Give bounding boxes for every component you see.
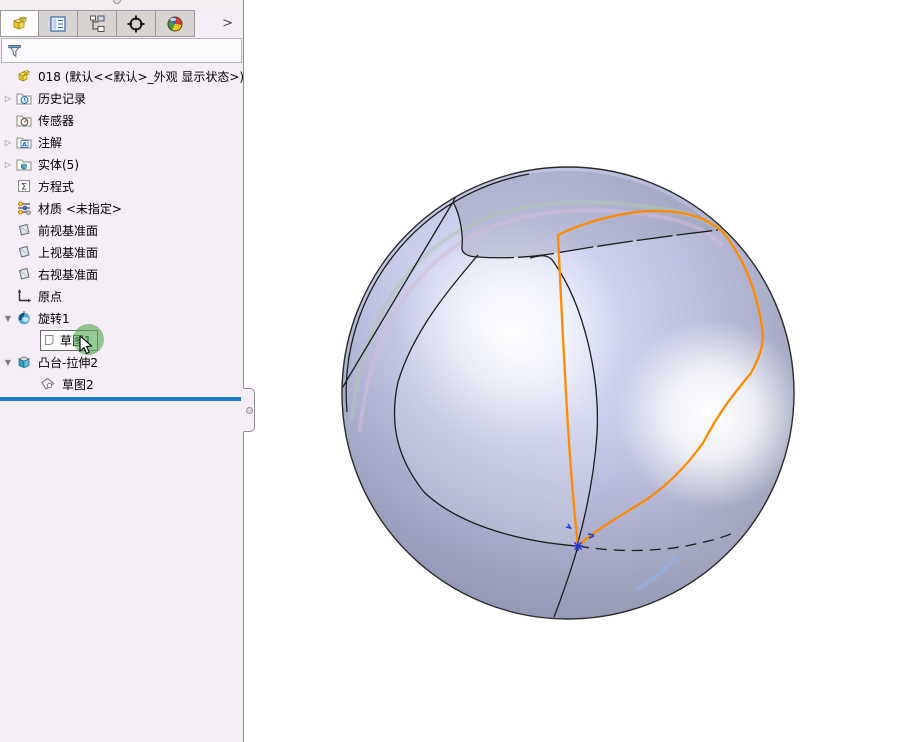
extrude-icon — [16, 354, 33, 370]
tree-item-label: 旋转1 — [38, 310, 70, 327]
tree-item-origin[interactable]: 原点 — [0, 285, 243, 307]
tab-property-manager[interactable] — [39, 10, 78, 37]
display-ball-icon — [165, 14, 185, 34]
tree-item-boss-extrude2[interactable]: ▼ 凸台-拉伸2 — [0, 351, 243, 373]
tab-overflow-chevron-icon[interactable]: > — [222, 10, 233, 37]
sketch1-rename-box[interactable]: 草图1 — [40, 330, 98, 351]
tree-item-label: 018 (默认<<默认>_外观 显示状态>) — [38, 68, 244, 85]
origin-icon — [16, 288, 33, 304]
tree-item-sketch2[interactable]: 草图2 — [0, 373, 243, 395]
rename-text[interactable]: 草图1 — [60, 332, 92, 349]
plane-icon — [16, 266, 33, 282]
tree-item-label: 材质 <未指定> — [38, 200, 122, 217]
feature-manager-panel: > 018 (默认<<默认>_外观 显示状态>) ▷ — [0, 0, 244, 742]
tree-item-sensors[interactable]: 传感器 — [0, 109, 243, 131]
tree-item-top-plane[interactable]: 上视基准面 — [0, 241, 243, 263]
tree-item-label: 前视基准面 — [38, 222, 98, 239]
expand-arrow[interactable]: ▷ — [0, 94, 16, 103]
target-icon — [126, 14, 146, 34]
tree-item-part-root[interactable]: 018 (默认<<默认>_外观 显示状态>) — [0, 65, 243, 87]
toolbar-collapse-dot[interactable] — [113, 0, 121, 4]
tab-dimxpert-manager[interactable] — [117, 10, 156, 37]
part-icon — [16, 68, 33, 84]
tab-display-manager[interactable] — [156, 10, 195, 37]
tab-feature-manager[interactable] — [0, 10, 39, 37]
tree-item-annotations[interactable]: ▷ A 注解 — [0, 131, 243, 153]
tree-item-equations[interactable]: Σ 方程式 — [0, 175, 243, 197]
material-icon — [16, 200, 33, 216]
svg-text:A: A — [22, 140, 27, 148]
tree-item-right-plane[interactable]: 右视基准面 — [0, 263, 243, 285]
property-list-icon — [48, 14, 68, 34]
tree-item-label: 原点 — [38, 288, 62, 305]
tree-item-revolve1[interactable]: ▼ 旋转1 — [0, 307, 243, 329]
annotations-icon: A — [16, 134, 33, 150]
panel-splitter-handle[interactable] — [243, 388, 255, 432]
tree-item-front-plane[interactable]: 前视基准面 — [0, 219, 243, 241]
tree-item-solid-bodies[interactable]: ▷ 实体(5) — [0, 153, 243, 175]
plane-icon — [16, 222, 33, 238]
filter-funnel-icon — [6, 42, 24, 60]
expand-arrow[interactable]: ▼ — [0, 314, 16, 323]
plane-icon — [16, 244, 33, 260]
tree-filter-bar[interactable] — [1, 38, 242, 63]
rollback-bar[interactable] — [0, 397, 241, 401]
sketch-icon — [44, 334, 57, 347]
tree-item-label: 传感器 — [38, 112, 74, 129]
tree-item-label: 上视基准面 — [38, 244, 98, 261]
sphere-model — [341, 167, 807, 619]
sketch-icon — [40, 376, 57, 392]
equations-icon: Σ — [16, 178, 33, 194]
sphere-highlight-right — [617, 319, 807, 509]
history-folder-icon — [16, 90, 33, 106]
tree-item-label: 实体(5) — [38, 156, 79, 173]
sensors-icon — [16, 112, 33, 128]
solidworks-window: > 018 (默认<<默认>_外观 显示状态>) ▷ — [0, 0, 900, 742]
expand-arrow[interactable]: ▷ — [0, 160, 16, 169]
tree-item-material[interactable]: 材质 <未指定> — [0, 197, 243, 219]
configurations-icon — [87, 14, 107, 34]
manager-tab-bar: > — [0, 10, 243, 37]
tree-item-history[interactable]: ▷ 历史记录 — [0, 87, 243, 109]
expand-arrow[interactable]: ▷ — [0, 138, 16, 147]
tree-item-label: 凸台-拉伸2 — [38, 354, 98, 371]
tree-item-sketch1[interactable]: 草图1 — [0, 329, 243, 351]
part-icon — [10, 14, 30, 34]
splitter-dot-icon — [246, 407, 253, 414]
tab-configuration-manager[interactable] — [78, 10, 117, 37]
solid-bodies-icon — [16, 156, 33, 172]
svg-text:Σ: Σ — [21, 183, 27, 193]
panel-top-strip — [0, 0, 243, 10]
tree-item-label: 历史记录 — [38, 90, 86, 107]
tree-item-label: 草图2 — [62, 376, 94, 393]
tree-item-label: 右视基准面 — [38, 266, 98, 283]
expand-arrow[interactable]: ▼ — [0, 358, 16, 367]
revolve-icon — [16, 310, 33, 326]
tree-item-label: 注解 — [38, 134, 62, 151]
tree-item-label: 方程式 — [38, 178, 74, 195]
feature-tree: 018 (默认<<默认>_外观 显示状态>) ▷ 历史记录 传感器 ▷ A — [0, 65, 243, 395]
